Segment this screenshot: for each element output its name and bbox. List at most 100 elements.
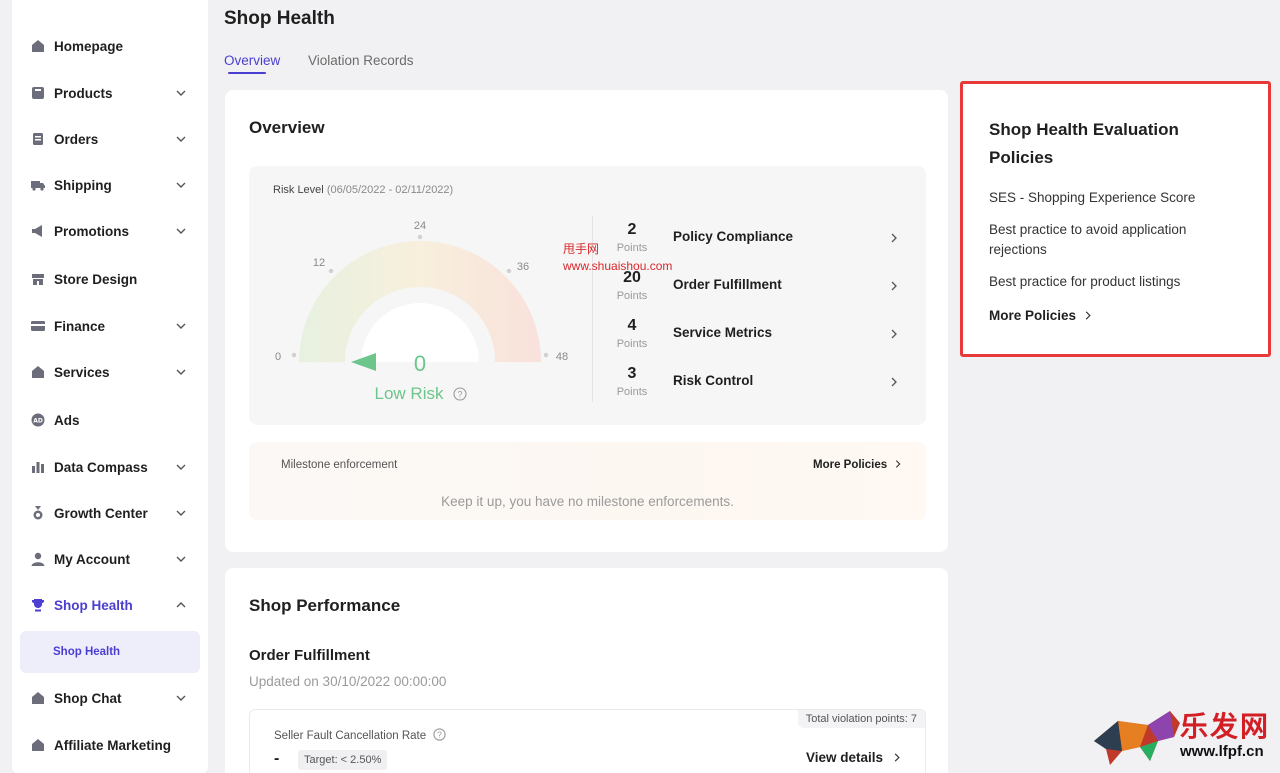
policy-link-product-listings[interactable]: Best practice for product listings: [989, 272, 1239, 292]
sidebar-item-ads[interactable]: AD Ads: [12, 405, 208, 435]
metric-points-unit: Points: [616, 242, 648, 254]
sidebar-item-label: Finance: [54, 318, 106, 334]
chevron-right-icon: [896, 460, 901, 468]
overview-title: Overview: [249, 118, 325, 137]
milestone-more-policies-link[interactable]: More Policies: [813, 459, 903, 471]
sidebar-item-finance[interactable]: Finance: [12, 311, 208, 341]
milestone-message: Keep it up, you have no milestone enforc…: [441, 494, 734, 509]
more-policies-link[interactable]: More Policies: [989, 308, 1093, 323]
megaphone-icon: [31, 224, 45, 238]
metric-name: Policy Compliance: [673, 229, 794, 244]
truck-icon: [31, 178, 45, 192]
view-details-link[interactable]: View details: [806, 750, 902, 765]
sidebar-item-my-account[interactable]: My Account: [12, 544, 208, 574]
shop-performance-card: Shop Performance Order Fulfillment Updat…: [225, 568, 948, 773]
milestone-title: Milestone enforcement: [281, 459, 398, 471]
policy-link-ses[interactable]: SES - Shopping Experience Score: [989, 188, 1239, 208]
chevron-right-icon: [891, 329, 897, 339]
sidebar-item-products[interactable]: Products: [12, 78, 208, 108]
chevron-down-icon: [176, 556, 186, 562]
watermark-cn: 甩手网: [563, 242, 600, 256]
order-fulfillment-title: Order Fulfillment: [249, 647, 370, 664]
metric-order-fulfillment[interactable]: 20 Points Order Fulfillment: [599, 269, 909, 309]
sidebar-item-homepage[interactable]: Homepage: [12, 31, 208, 61]
metric-risk-control[interactable]: 3 Points Risk Control: [599, 365, 909, 405]
metric-label: Seller Fault Cancellation Rate ?: [274, 728, 446, 742]
box-icon: [31, 86, 45, 100]
chevron-right-icon: [891, 281, 897, 291]
sidebar-item-data-compass[interactable]: Data Compass: [12, 452, 208, 482]
metric-points: 2: [627, 221, 637, 238]
home-icon: [31, 738, 45, 752]
metric-policy-compliance[interactable]: 2 Points Policy Compliance: [599, 221, 909, 261]
chevron-down-icon: [176, 136, 186, 142]
svg-text:?: ?: [457, 390, 462, 400]
chevron-right-icon: [891, 233, 897, 243]
sidebar-item-shop-health[interactable]: Shop Health: [12, 590, 208, 620]
risk-status: Low Risk: [375, 384, 444, 403]
gauge-tick-dot: [506, 268, 512, 274]
sidebar-item-store-design[interactable]: Store Design: [12, 264, 208, 294]
metric-points: 4: [627, 317, 637, 334]
help-icon[interactable]: ?: [433, 728, 446, 741]
risk-level-panel: Risk Level (06/05/2022 - 02/11/2022) 0 1…: [249, 166, 926, 425]
sidebar-item-promotions[interactable]: Promotions: [12, 216, 208, 246]
sidebar-item-shop-chat[interactable]: Shop Chat: [12, 683, 208, 713]
watermark-url: www.shuaishou.com: [563, 259, 673, 273]
tab-violation-records[interactable]: Violation Records: [308, 53, 414, 68]
sidebar: Homepage Products Orders Shipping Promot…: [12, 0, 208, 773]
sidebar-item-label: Orders: [54, 131, 99, 147]
updated-timestamp: Updated on 30/10/2022 00:00:00: [249, 674, 447, 689]
sidebar-item-growth-center[interactable]: Growth Center: [12, 498, 208, 528]
sidebar-item-services[interactable]: Services: [12, 357, 208, 387]
target-badge: Target: < 2.50%: [298, 750, 388, 770]
policy-panel-title: Shop Health Evaluation Policies: [989, 120, 1179, 167]
policy-panel: Shop Health Evaluation Policies SES - Sh…: [960, 81, 1271, 357]
chevron-down-icon: [176, 182, 186, 188]
gauge-tick-label: 12: [313, 257, 325, 269]
more-policies-label: More Policies: [989, 308, 1077, 323]
trophy-icon: [31, 598, 45, 612]
chevron-right-icon: [891, 377, 897, 387]
sidebar-item-label: Services: [54, 364, 110, 380]
gauge-tick-dot: [328, 268, 334, 274]
chevron-down-icon: [176, 90, 186, 96]
help-icon[interactable]: ?: [453, 387, 467, 401]
bar-chart-icon: [31, 460, 45, 474]
chevron-right-icon: [894, 753, 900, 762]
sidebar-item-label: My Account: [54, 551, 131, 567]
policy-link-avoid-rejections[interactable]: Best practice to avoid application rejec…: [989, 220, 1239, 260]
sidebar-item-label: Shipping: [54, 177, 112, 193]
sidebar-subitem-shop-health[interactable]: Shop Health: [20, 631, 200, 673]
gauge-tick-dot: [291, 352, 297, 358]
milestone-panel: Milestone enforcement More Policies Keep…: [249, 442, 926, 520]
sidebar-item-shipping[interactable]: Shipping: [12, 170, 208, 200]
medal-icon: [31, 506, 45, 520]
home-icon: [31, 691, 45, 705]
sidebar-item-affiliate-marketing[interactable]: Affiliate Marketing: [12, 730, 208, 760]
chevron-down-icon: [176, 510, 186, 516]
page-title: Shop Health: [224, 8, 335, 29]
view-details-label: View details: [806, 750, 884, 765]
sidebar-item-label: Store Design: [54, 271, 138, 287]
violation-points-badge: Total violation points: 7: [797, 710, 925, 728]
tab-overview[interactable]: Overview: [224, 53, 280, 68]
gauge-value: 0: [414, 351, 426, 376]
sidebar-item-label: Homepage: [54, 38, 124, 54]
home-icon: [31, 39, 45, 53]
metric-label-text: Seller Fault Cancellation Rate: [274, 730, 427, 742]
metric-points-unit: Points: [616, 290, 648, 302]
metric-points-unit: Points: [616, 338, 648, 350]
watermark-logo-text: 乐发网: [1180, 710, 1271, 743]
store-icon: [31, 272, 45, 286]
sidebar-item-label: Ads: [54, 412, 80, 428]
user-icon: [31, 552, 45, 566]
milestone-more-label: More Policies: [813, 459, 888, 471]
gauge-tick-label: 0: [275, 351, 281, 363]
overview-card: Overview Risk Level (06/05/2022 - 02/11/…: [225, 90, 948, 552]
metric-card: Total violation points: 7 Seller Fault C…: [249, 709, 926, 773]
metric-name: Order Fulfillment: [673, 277, 782, 292]
chevron-down-icon: [176, 369, 186, 375]
sidebar-item-orders[interactable]: Orders: [12, 124, 208, 154]
metric-service-metrics[interactable]: 4 Points Service Metrics: [599, 317, 909, 357]
